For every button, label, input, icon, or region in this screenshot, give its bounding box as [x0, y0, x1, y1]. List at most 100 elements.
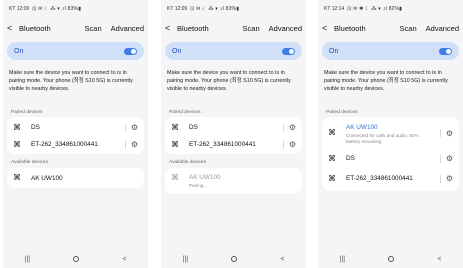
row-divider [125, 123, 126, 132]
recent-apps-button[interactable]: ||| [25, 256, 30, 263]
connection-status: Connected for calls and audio, 92% batte… [346, 133, 419, 144]
status-bar: KT 12:09 ⊡ ✉ ☾ ⁂ ▾ .ıl 83%▮ [9, 5, 144, 13]
page-title: Bluetooth [334, 23, 366, 33]
status-icons: ⊡ ✉ ✱ ☾ ⁂ ▾ .ıl 82%▮ [347, 6, 403, 12]
device-name: DS [189, 124, 198, 131]
pairing-description: Make sure the device you want to connect… [324, 70, 448, 92]
gear-icon[interactable]: ⚙ [288, 123, 297, 132]
device-grid-icon: ⌘ [13, 173, 21, 182]
home-button[interactable] [73, 256, 80, 262]
nav-back-button[interactable]: < [122, 256, 126, 263]
device-row-ak-uw100[interactable]: ⌘ AK UW100 Connected for calls and audio… [322, 120, 459, 148]
status-icons: ⊡ ✉ ☾ ⁂ ▾ .ıl 83%▮ [32, 6, 82, 12]
device-row-ds[interactable]: ⌘ DS ⚙ [165, 121, 302, 134]
available-devices-card: ⌘ AK UW100 [7, 168, 144, 188]
device-name: AK UW100 [31, 174, 63, 182]
phone-screen-2: KT 12:09 ⊡ ✉ ☾ ⁂ ▾ .ıl 83%▮ < Bluetooth … [161, 0, 306, 268]
nav-back-button[interactable]: < [280, 256, 284, 263]
row-divider [125, 140, 126, 149]
phone-screen-1: KT 12:09 ⊡ ✉ ☾ ⁂ ▾ .ıl 83%▮ < Bluetooth … [3, 0, 148, 268]
row-divider [440, 174, 441, 183]
bluetooth-toggle-bar[interactable]: On [165, 42, 302, 60]
gear-icon[interactable]: ⚙ [288, 140, 297, 149]
advanced-button[interactable]: Advanced [269, 24, 302, 33]
pairing-description: Make sure the device you want to connect… [167, 70, 291, 92]
scan-button[interactable]: Scan [85, 24, 102, 33]
gear-icon[interactable]: ⚙ [130, 123, 139, 132]
device-grid-icon: ⌘ [171, 139, 179, 149]
paired-devices-label: Paired devices [11, 110, 43, 115]
bluetooth-switch[interactable] [282, 47, 295, 55]
system-nav-bar: ||| < [3, 254, 148, 264]
device-grid-icon: ⌘ [328, 153, 336, 163]
paired-devices-label: Paired devices [169, 110, 201, 115]
gear-icon[interactable]: ⚙ [445, 174, 454, 183]
system-nav-bar: ||| < [318, 254, 463, 264]
paired-devices-label: Paired devices [326, 110, 358, 115]
system-nav-bar: ||| < [161, 254, 306, 264]
row-divider [440, 129, 441, 137]
status-time: KT 12:09 [167, 6, 188, 12]
back-arrow-icon[interactable]: < [7, 23, 17, 33]
back-arrow-icon[interactable]: < [322, 23, 332, 33]
device-row-et262[interactable]: ⌘ ET-262_334861000441 ⚙ [165, 138, 302, 151]
available-devices-card: ⌘ AK UW100 Pairing... [165, 168, 302, 194]
paired-devices-card: ⌘ AK UW100 Connected for calls and audio… [322, 117, 459, 191]
gear-icon[interactable]: ⚙ [445, 129, 454, 138]
title-bar: < Bluetooth Scan Advanced [7, 20, 144, 36]
gear-icon[interactable]: ⚙ [445, 154, 454, 163]
available-devices-label: Available devices [169, 160, 206, 165]
home-button[interactable] [388, 256, 395, 262]
device-name: ET-262_334861000441 [189, 141, 256, 148]
status-bar: KT 12:14 ⊡ ✉ ✱ ☾ ⁂ ▾ .ıl 82%▮ [324, 5, 459, 13]
recent-apps-button[interactable]: ||| [183, 256, 188, 263]
recent-apps-button[interactable]: ||| [340, 256, 345, 263]
phone-screen-3: KT 12:14 ⊡ ✉ ✱ ☾ ⁂ ▾ .ıl 82%▮ < Bluetoot… [318, 0, 463, 268]
device-row-ak-uw100[interactable]: ⌘ AK UW100 Pairing... [165, 171, 302, 191]
device-grid-icon: ⌘ [13, 139, 21, 149]
bluetooth-switch[interactable] [124, 47, 137, 55]
advanced-button[interactable]: Advanced [426, 24, 459, 33]
available-devices-label: Available devices [11, 160, 48, 165]
back-arrow-icon[interactable]: < [165, 23, 175, 33]
bluetooth-toggle-bar[interactable]: On [322, 42, 459, 60]
device-name: ET-262_334861000441 [346, 175, 413, 182]
status-time: KT 12:14 [324, 6, 345, 12]
paired-devices-card: ⌘ DS ⚙ ⌘ ET-262_334861000441 ⚙ [7, 117, 144, 154]
nav-back-button[interactable]: < [437, 256, 441, 263]
pairing-status: Pairing... [189, 183, 208, 188]
device-row-ds[interactable]: ⌘ DS ⚙ [7, 121, 144, 134]
device-grid-icon: ⌘ [171, 173, 179, 182]
device-name: DS [31, 124, 40, 131]
home-button[interactable] [231, 256, 238, 262]
device-grid-icon: ⌘ [13, 122, 21, 132]
on-label: On [14, 47, 24, 55]
paired-devices-card: ⌘ DS ⚙ ⌘ ET-262_334861000441 ⚙ [165, 117, 302, 154]
status-bar: KT 12:09 ⊡ ✉ ☾ ⁂ ▾ .ıl 83%▮ [167, 5, 302, 13]
row-divider [283, 123, 284, 132]
page-title: Bluetooth [19, 23, 51, 33]
title-bar: < Bluetooth Scan Advanced [322, 20, 459, 36]
row-divider [440, 154, 441, 163]
status-icons: ⊡ ✉ ☾ ⁂ ▾ .ıl 83%▮ [190, 6, 240, 12]
device-grid-icon: ⌘ [328, 128, 336, 137]
pairing-description: Make sure the device you want to connect… [9, 70, 133, 92]
bluetooth-toggle-bar[interactable]: On [7, 42, 144, 60]
device-row-ak-uw100[interactable]: ⌘ AK UW100 [7, 172, 144, 184]
on-label: On [329, 47, 339, 55]
scan-button[interactable]: Scan [400, 24, 417, 33]
device-name: DS [346, 155, 355, 162]
advanced-button[interactable]: Advanced [111, 24, 144, 33]
device-name: AK UW100 [346, 124, 378, 131]
device-grid-icon: ⌘ [328, 173, 336, 183]
device-row-et262[interactable]: ⌘ ET-262_334861000441 ⚙ [322, 172, 459, 185]
device-grid-icon: ⌘ [171, 122, 179, 132]
page-title: Bluetooth [177, 23, 209, 33]
bluetooth-switch[interactable] [439, 47, 452, 55]
device-row-ds[interactable]: ⌘ DS ⚙ [322, 152, 459, 165]
row-divider [283, 140, 284, 149]
scan-button[interactable]: Scan [243, 24, 260, 33]
device-row-et262[interactable]: ⌘ ET-262_334861000441 ⚙ [7, 138, 144, 151]
gear-icon[interactable]: ⚙ [130, 140, 139, 149]
status-time: KT 12:09 [9, 6, 30, 12]
